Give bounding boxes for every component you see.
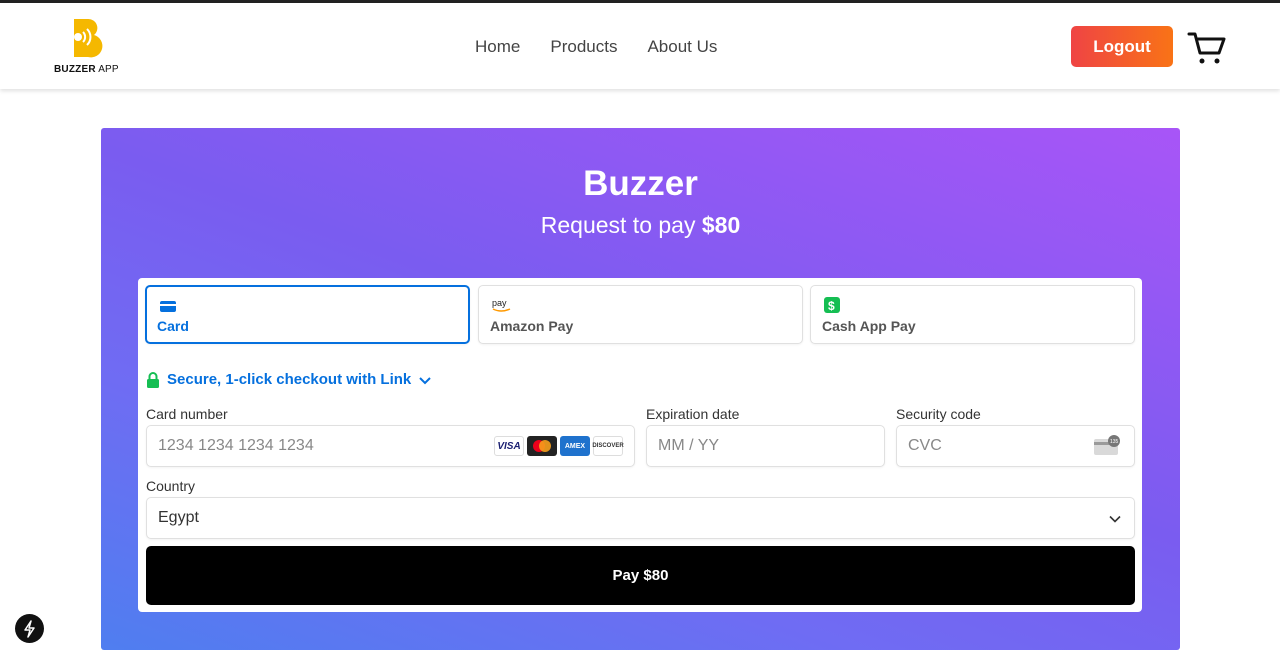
nav-home[interactable]: Home: [475, 37, 520, 57]
tab-amazon-pay[interactable]: pay Amazon Pay: [478, 285, 803, 344]
cvc-field[interactable]: 135: [896, 425, 1135, 467]
expiry-label: Expiration date: [646, 406, 740, 422]
chevron-down-icon: [419, 376, 431, 384]
tab-card[interactable]: Card: [145, 285, 470, 344]
payment-panel: Card pay Amazon Pay $ Cash App Pay Secur…: [138, 278, 1142, 612]
link-checkout-label: Secure, 1-click checkout with Link: [167, 371, 412, 388]
tab-amazon-pay-label: Amazon Pay: [490, 318, 574, 334]
expiry-field[interactable]: [646, 425, 885, 467]
country-select[interactable]: Egypt: [146, 497, 1135, 539]
discover-icon: DISCOVER: [592, 436, 624, 456]
nav-products[interactable]: Products: [550, 37, 617, 57]
card-icon: [160, 301, 176, 312]
dev-tools-button[interactable]: [15, 614, 44, 643]
pay-button[interactable]: Pay $80: [146, 546, 1135, 605]
svg-text:pay: pay: [492, 298, 507, 308]
nav-about-us[interactable]: About Us: [647, 37, 717, 57]
link-checkout[interactable]: Secure, 1-click checkout with Link: [146, 371, 432, 388]
logo-text: BUZZER APP: [54, 64, 119, 75]
amazon-pay-icon: pay: [492, 298, 511, 312]
lock-icon: [147, 371, 159, 388]
lightning-icon: [24, 620, 35, 638]
card-number-label: Card number: [146, 406, 228, 422]
cash-app-icon: $: [824, 297, 840, 313]
site-header: BUZZER APP Home Products About Us Logout: [0, 3, 1280, 89]
card-number-field[interactable]: VISA AMEX DISCOVER: [146, 425, 635, 467]
country-label: Country: [146, 478, 196, 494]
visa-icon: VISA: [494, 436, 524, 456]
buzzer-logo-icon: [74, 18, 103, 58]
country-value: Egypt: [158, 509, 199, 526]
cvc-label: Security code: [896, 406, 981, 422]
cart-icon[interactable]: [1187, 28, 1227, 68]
tab-card-label: Card: [157, 318, 189, 334]
payment-hero: Buzzer Request to pay $80 Card pay Amazo…: [101, 128, 1180, 650]
logout-button[interactable]: Logout: [1071, 26, 1173, 67]
svg-text:$: $: [828, 299, 835, 313]
expiry-input[interactable]: [658, 426, 858, 466]
cvc-input[interactable]: [908, 426, 1078, 466]
main-nav: Home Products About Us: [475, 37, 717, 57]
mastercard-icon: [527, 436, 557, 456]
chevron-down-icon: [1109, 515, 1121, 523]
request-amount: Request to pay $80: [540, 212, 741, 238]
card-number-input[interactable]: [158, 426, 458, 466]
cvc-card-icon: 135: [1094, 435, 1120, 455]
svg-text:135: 135: [1110, 439, 1119, 445]
tab-cash-app-pay-label: Cash App Pay: [822, 318, 916, 334]
card-brands: VISA AMEX DISCOVER: [494, 436, 624, 456]
amex-icon: AMEX: [560, 436, 590, 456]
merchant-name: Buzzer: [583, 164, 698, 203]
tab-cash-app-pay[interactable]: $ Cash App Pay: [810, 285, 1135, 344]
buzzer-logo[interactable]: BUZZER APP: [54, 17, 124, 79]
